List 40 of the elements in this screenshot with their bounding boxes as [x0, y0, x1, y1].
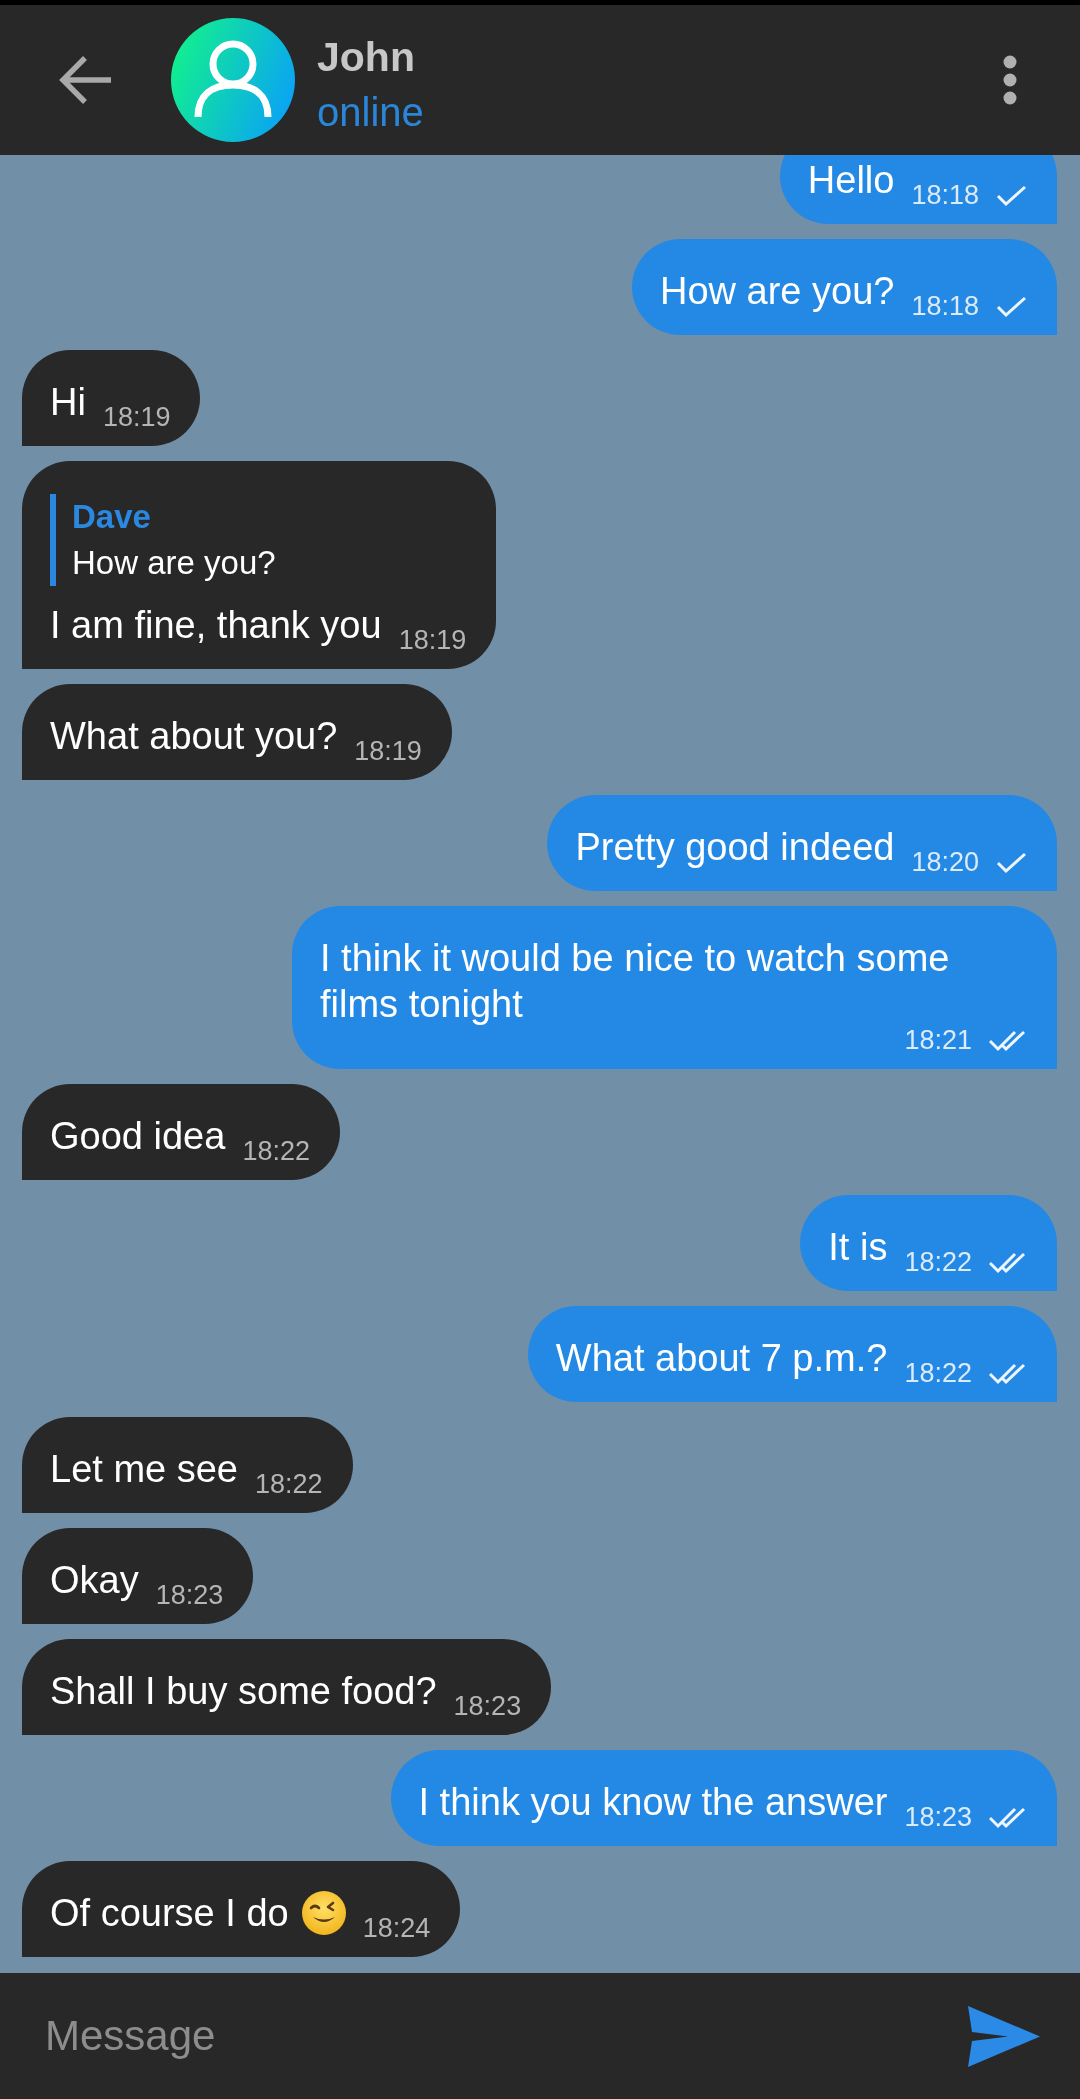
message-time: 18:19 — [398, 627, 467, 654]
message-text: It is — [828, 1225, 888, 1270]
reply-text: How are you? — [72, 543, 277, 583]
message-input[interactable]: Message — [45, 2006, 948, 2066]
message-time: 18:18 — [911, 182, 979, 209]
back-arrow-icon[interactable] — [58, 54, 114, 106]
message-text: I think you know the answer — [418, 1780, 888, 1825]
message-composer[interactable]: Message — [0, 1973, 1080, 2099]
contact-name: John — [317, 33, 416, 82]
message-text: What about 7 p.m.? — [555, 1336, 888, 1381]
message-time: 18:19 — [102, 404, 171, 431]
message-text: Of course I do — [50, 1891, 289, 1936]
message-time: 18:18 — [911, 293, 979, 320]
message-text: Good idea — [50, 1114, 226, 1159]
contact-status: online — [317, 89, 424, 136]
message-time: 18:19 — [354, 738, 422, 765]
more-options-icon[interactable] — [1003, 55, 1017, 105]
message-time: 18:23 — [453, 1693, 522, 1720]
message-time: 18:23 — [904, 1804, 972, 1831]
message-text: What about you? — [50, 714, 338, 759]
message-time: 18:20 — [911, 849, 979, 876]
message-time: 18:23 — [155, 1582, 224, 1609]
reply-author: Dave — [72, 497, 152, 537]
message-text: Pretty good indeed — [575, 825, 895, 870]
message-text: Let me see — [50, 1447, 238, 1492]
message-text: Shall I buy some food? — [50, 1669, 437, 1714]
send-icon[interactable] — [968, 2005, 1040, 2067]
message-time: 18:22 — [242, 1138, 310, 1165]
message-text: Hi — [50, 380, 86, 425]
avatar-icon[interactable] — [171, 18, 295, 142]
message-time: 18:22 — [904, 1360, 972, 1387]
message-time: 18:21 — [904, 1027, 972, 1054]
message-time: 18:22 — [904, 1249, 972, 1276]
message-text: I think it would be nice to watch some films tonight — [320, 936, 951, 1027]
message-text: I am fine, thank you — [50, 603, 382, 648]
message-text: Hello — [807, 158, 895, 203]
message-text: How are you? — [659, 269, 895, 314]
message-time: 18:24 — [362, 1915, 431, 1942]
message-time: 18:22 — [255, 1471, 323, 1498]
message-text: Okay — [50, 1558, 139, 1603]
